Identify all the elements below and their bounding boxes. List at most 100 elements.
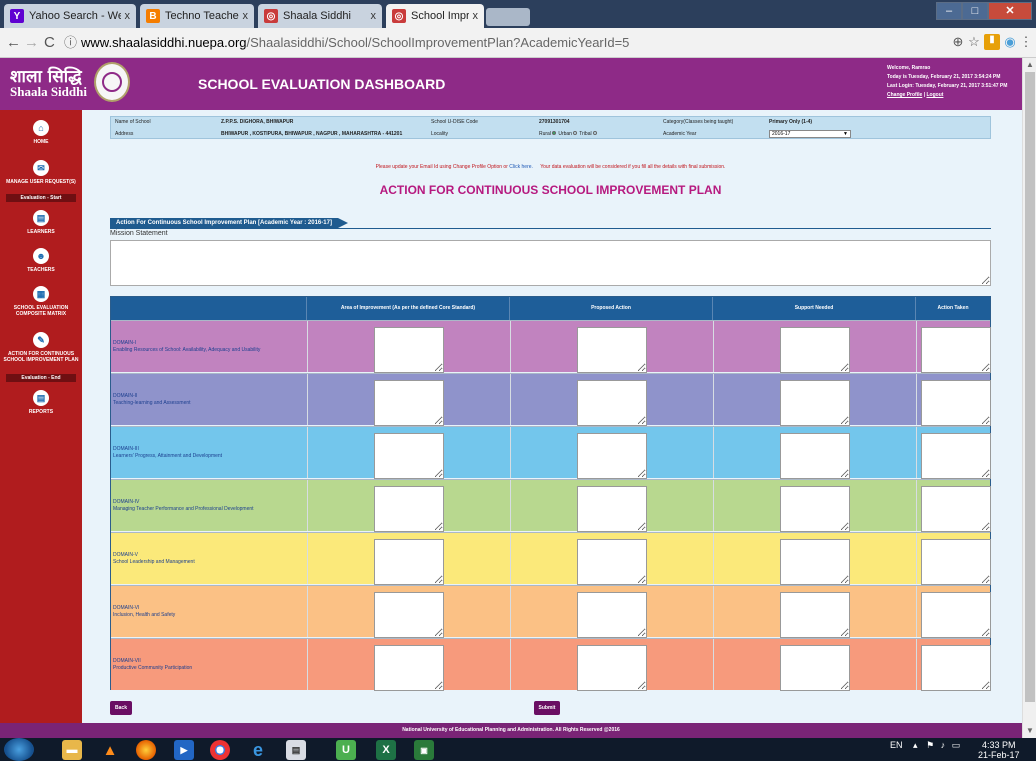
chrome-icon[interactable] xyxy=(210,740,230,760)
close-icon[interactable]: x xyxy=(125,10,131,22)
change-profile-link[interactable]: Change Profile xyxy=(887,92,922,98)
utorrent-icon[interactable]: U xyxy=(336,740,356,760)
action-taken-input[interactable] xyxy=(921,486,991,532)
support-needed-input[interactable] xyxy=(780,433,850,479)
grid-cell xyxy=(916,427,991,479)
zoom-icon[interactable]: ⊕ xyxy=(950,34,966,50)
minimize-icon[interactable]: – xyxy=(936,2,962,20)
close-icon[interactable]: x xyxy=(371,10,377,22)
urban-radio[interactable] xyxy=(572,131,577,135)
forward-arrow-icon[interactable]: → xyxy=(24,34,39,51)
grid-cell xyxy=(713,427,916,479)
area-of-improvement-input[interactable] xyxy=(374,486,444,532)
close-icon[interactable]: x xyxy=(243,10,249,22)
yahoo-icon: Y xyxy=(10,9,24,23)
action-taken-input[interactable] xyxy=(921,433,991,479)
click-here-link[interactable]: Click here. xyxy=(509,164,533,170)
support-needed-input[interactable] xyxy=(780,380,850,426)
submit-button[interactable]: Submit xyxy=(534,701,560,715)
close-icon[interactable]: x xyxy=(473,10,479,22)
reload-icon[interactable]: C xyxy=(44,34,55,51)
maximize-icon[interactable]: □ xyxy=(962,2,988,20)
presentation-icon[interactable]: ▣ xyxy=(414,740,434,760)
back-button[interactable]: Back xyxy=(110,701,132,715)
taskbar: ▬ ▲ ▶ e ▤ U X ▣ EN ▴ ⚑ ♪ ▭ 4:33 PM 21-Fe… xyxy=(0,738,1036,761)
language-indicator[interactable]: EN xyxy=(890,740,903,750)
sidebar-item-home[interactable]: ⌂ HOME xyxy=(0,120,82,145)
windows-start-icon[interactable] xyxy=(4,738,34,761)
sidebar-item-label: TEACHERS xyxy=(27,267,55,273)
rural-radio[interactable] xyxy=(551,131,556,135)
action-taken-input[interactable] xyxy=(921,539,991,585)
close-window-icon[interactable]: ✕ xyxy=(988,2,1032,20)
notepad-icon[interactable]: ▤ xyxy=(286,740,306,760)
network-icon[interactable]: ▭ xyxy=(952,740,961,750)
sidebar-item-reports[interactable]: ▤ REPORTS xyxy=(0,390,82,415)
category-label: Category(Classes being taught) xyxy=(663,119,734,125)
action-taken-input[interactable] xyxy=(921,380,991,426)
mission-statement-input[interactable] xyxy=(110,240,991,286)
support-needed-input[interactable] xyxy=(780,592,850,638)
clock-date: 21-Feb-17 xyxy=(978,750,1020,760)
support-needed-input[interactable] xyxy=(780,327,850,373)
logout-link[interactable]: Logout xyxy=(926,92,943,98)
sidebar-item-composite-matrix[interactable]: ▦ SCHOOL EVALUATION COMPOSITE MATRIX xyxy=(0,286,82,317)
sidebar-item-learners[interactable]: ▤ LEARNERS xyxy=(0,210,82,235)
proposed-action-input[interactable] xyxy=(577,380,647,426)
support-needed-input[interactable] xyxy=(780,486,850,532)
proposed-action-input[interactable] xyxy=(577,433,647,479)
proposed-action-input[interactable] xyxy=(577,592,647,638)
firefox-icon[interactable] xyxy=(136,740,156,760)
page-scrollbar[interactable]: ▲ ▼ xyxy=(1022,58,1036,738)
extension-circle-icon[interactable]: ◉ xyxy=(1002,34,1018,50)
internet-explorer-icon[interactable]: e xyxy=(248,740,268,760)
academic-year-select[interactable]: 2016-17 ▼ xyxy=(769,130,851,138)
menu-icon[interactable]: ⋮ xyxy=(1018,34,1034,50)
proposed-action-input[interactable] xyxy=(577,539,647,585)
action-taken-input[interactable] xyxy=(921,645,991,691)
proposed-action-input[interactable] xyxy=(577,327,647,373)
tray-expand-icon[interactable]: ▴ xyxy=(913,740,918,750)
area-of-improvement-input[interactable] xyxy=(374,645,444,691)
area-of-improvement-input[interactable] xyxy=(374,433,444,479)
area-of-improvement-input[interactable] xyxy=(374,592,444,638)
info-icon[interactable]: ⓘ xyxy=(64,35,77,50)
tab-techno-teacher[interactable]: B Techno Teacher x xyxy=(140,4,254,28)
area-of-improvement-input[interactable] xyxy=(374,327,444,373)
scrollbar-thumb[interactable] xyxy=(1025,72,1035,702)
site-icon: ◎ xyxy=(392,9,406,23)
scroll-up-icon[interactable]: ▲ xyxy=(1026,60,1034,69)
address-value: BHIWAPUR , KOSTIPURA, BHIWAPUR , NAGPUR … xyxy=(221,131,403,137)
area-of-improvement-input[interactable] xyxy=(374,380,444,426)
proposed-action-input[interactable] xyxy=(577,645,647,691)
excel-icon[interactable]: X xyxy=(376,740,396,760)
new-tab-button[interactable] xyxy=(486,8,530,26)
support-needed-input[interactable] xyxy=(780,539,850,585)
bookmark-star-icon[interactable]: ☆ xyxy=(966,34,982,50)
tab-school-improvement-plan[interactable]: ◎ School Improvement Pla x xyxy=(386,4,484,28)
volume-icon[interactable]: ♪ xyxy=(941,740,946,750)
back-arrow-icon[interactable]: ← xyxy=(6,34,21,51)
file-explorer-icon[interactable]: ▬ xyxy=(62,740,82,760)
media-player-icon[interactable]: ▶ xyxy=(174,740,194,760)
extension-icon[interactable]: ▮ xyxy=(984,34,1000,50)
sidebar-item-teachers[interactable]: ☻ TEACHERS xyxy=(0,248,82,273)
scroll-down-icon[interactable]: ▼ xyxy=(1026,726,1034,735)
proposed-action-input[interactable] xyxy=(577,486,647,532)
tab-yahoo-search[interactable]: Y Yahoo Search - Web Sea x xyxy=(4,4,136,28)
domain-name: DOMAIN-IV xyxy=(113,498,140,505)
user-request-icon: ✉ xyxy=(33,160,49,176)
action-taken-input[interactable] xyxy=(921,592,991,638)
url-field[interactable]: ⓘ www.shaalasiddhi.nuepa.org/Shaalasiddhi… xyxy=(60,32,942,54)
flag-icon[interactable]: ⚑ xyxy=(926,740,934,750)
area-of-improvement-input[interactable] xyxy=(374,539,444,585)
matrix-icon: ▦ xyxy=(33,286,49,302)
vlc-icon[interactable]: ▲ xyxy=(100,740,120,760)
tab-shaala-siddhi[interactable]: ◎ Shaala Siddhi x xyxy=(258,4,382,28)
action-taken-input[interactable] xyxy=(921,327,991,373)
sidebar-item-improvement-plan[interactable]: ✎ ACTION FOR CONTINUOUS SCHOOL IMPROVEME… xyxy=(0,332,82,363)
support-needed-input[interactable] xyxy=(780,645,850,691)
sidebar-item-manage-user-requests[interactable]: ✉ MANAGE USER REQUEST(S) xyxy=(0,160,82,185)
taskbar-clock[interactable]: 4:33 PM 21-Feb-17 xyxy=(978,740,1020,760)
tribal-radio[interactable] xyxy=(592,131,597,135)
